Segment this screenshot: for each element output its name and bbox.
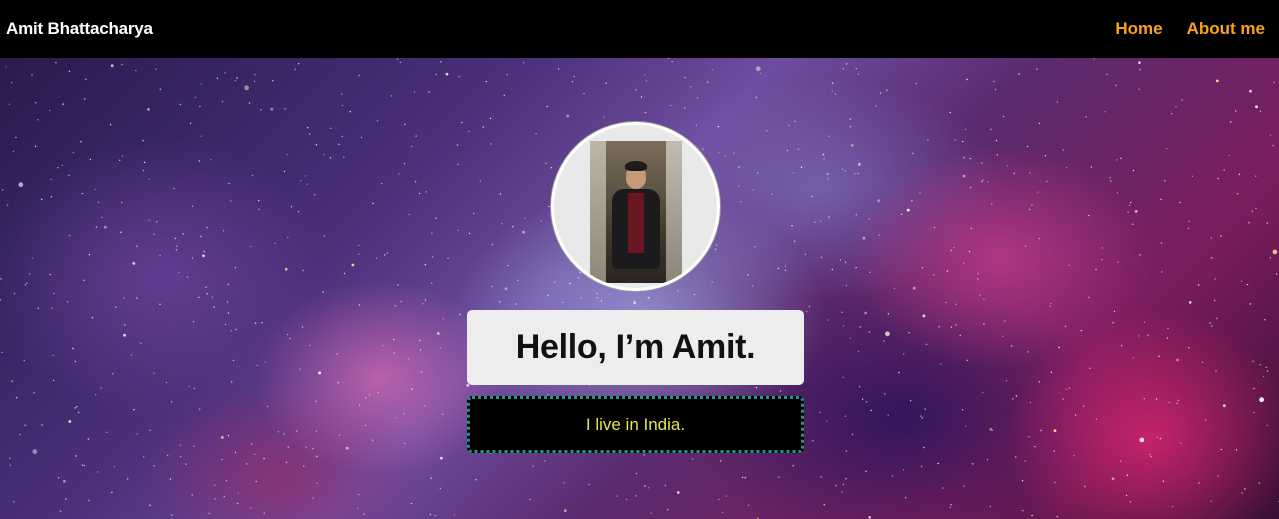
hero-section: Hello, I’m Amit. I live in India. [0, 58, 1279, 519]
nav-links: Home About me [1115, 19, 1265, 39]
location-card: I live in India. [467, 396, 804, 453]
nav-about-link[interactable]: About me [1187, 19, 1265, 39]
top-navbar: Amit Bhattacharya Home About me [0, 0, 1279, 58]
location-text: I live in India. [585, 414, 686, 434]
greeting-card: Hello, I’m Amit. [467, 310, 804, 385]
profile-photo [589, 140, 682, 283]
greeting-heading: Hello, I’m Amit. [515, 328, 756, 366]
nav-home-link[interactable]: Home [1115, 19, 1162, 39]
site-brand[interactable]: Amit Bhattacharya [6, 19, 153, 39]
profile-avatar [551, 122, 720, 291]
